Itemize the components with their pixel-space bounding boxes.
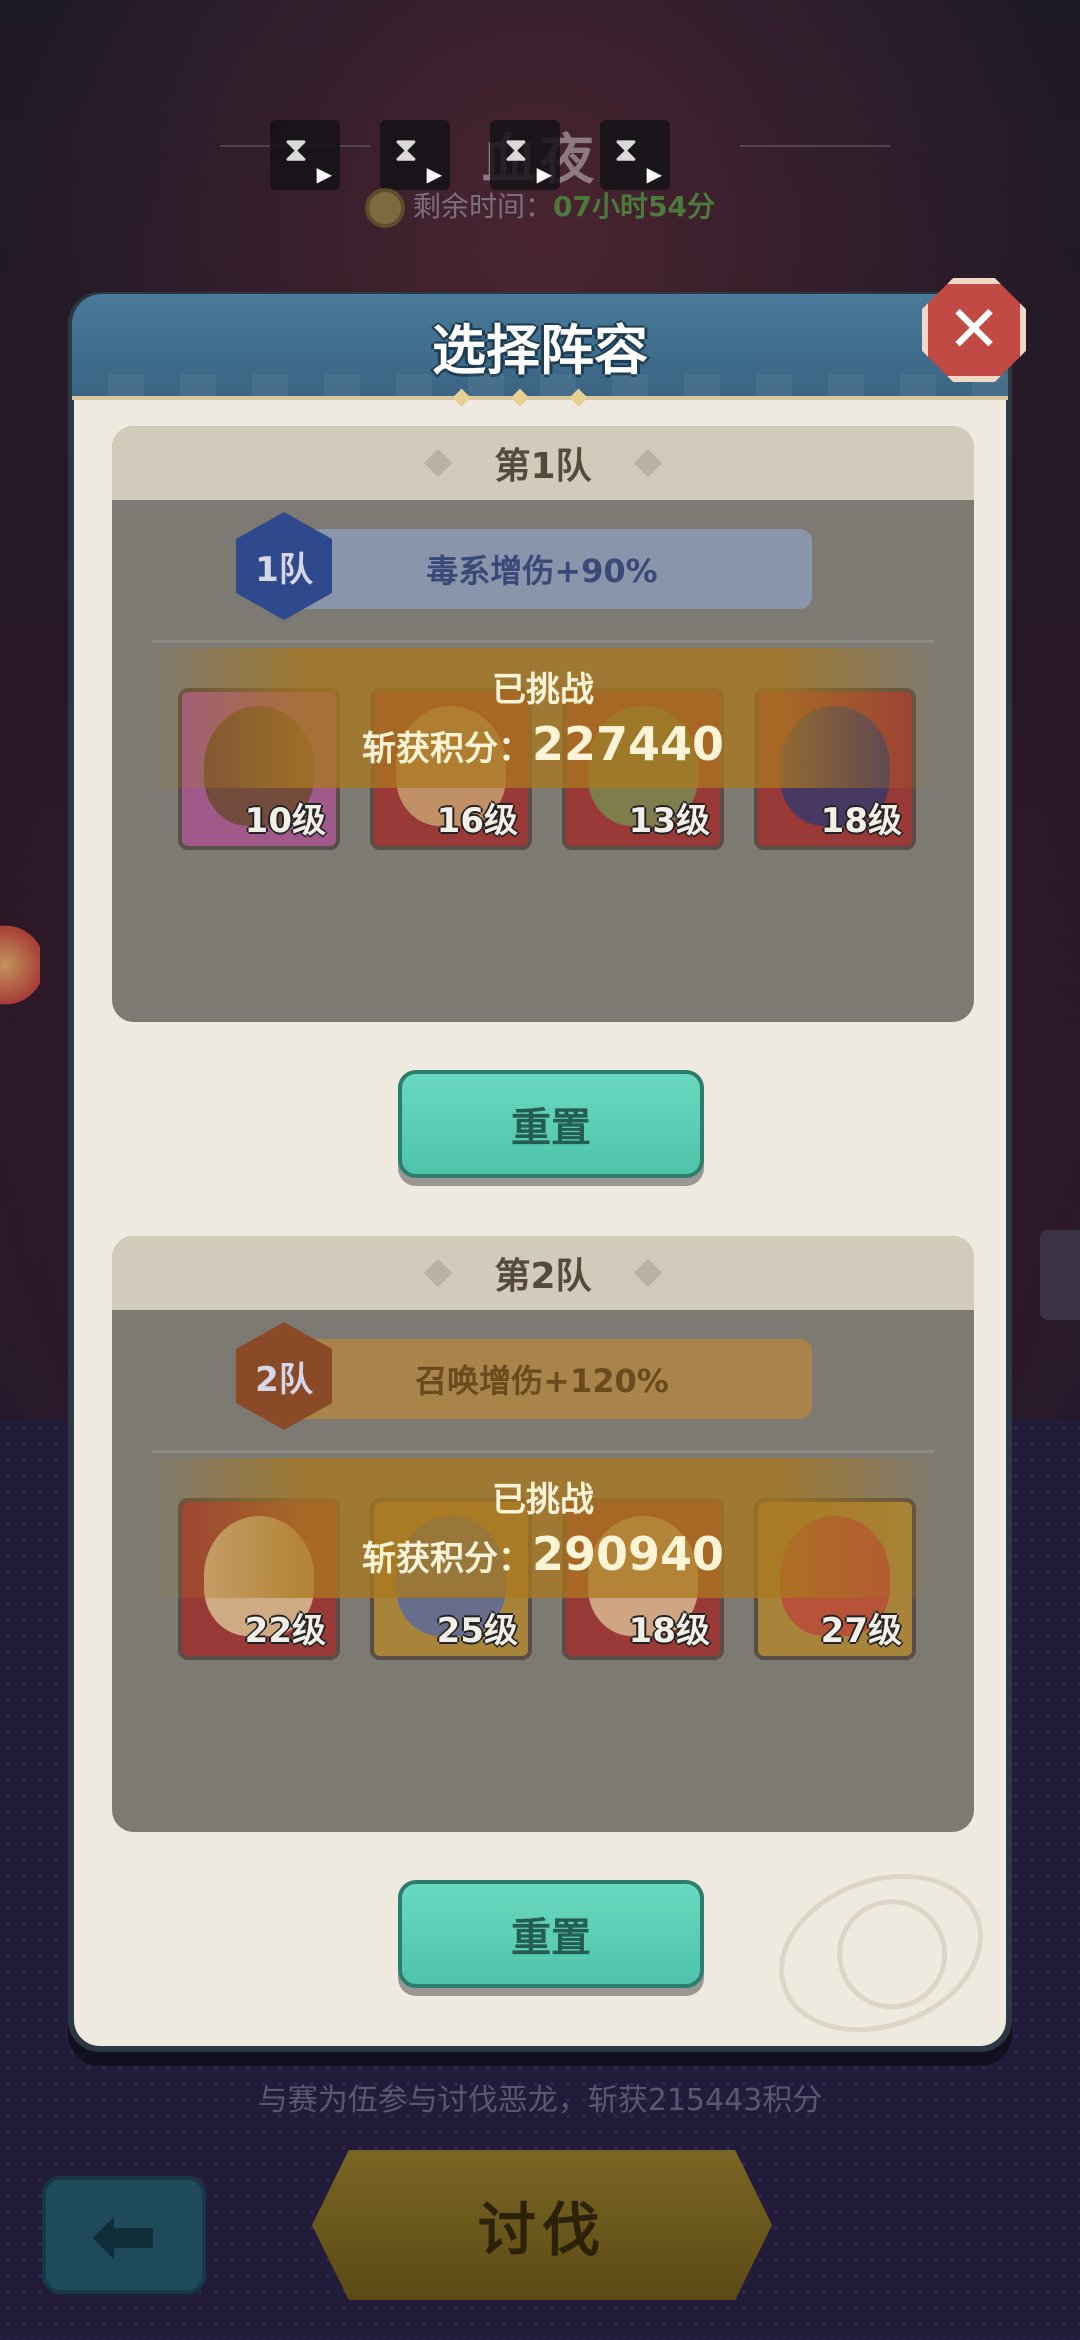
- clock-icon: [365, 188, 406, 228]
- hero-level: 22级: [244, 1611, 326, 1651]
- hourglass-icon: ⧗: [614, 130, 638, 170]
- challenge-status: 已挑战: [492, 1480, 594, 1520]
- play-icon: ▶: [536, 162, 552, 186]
- close-icon: ✕: [947, 293, 1001, 367]
- challenged-banner: 已挑战 斩获积分：290940: [142, 1458, 944, 1598]
- video-button-3[interactable]: ⧗ ▶: [490, 120, 560, 190]
- team-bonus-bar: 召唤增伤+120%: [272, 1339, 812, 1419]
- score-label: 斩获积分：: [361, 729, 532, 769]
- video-button-4[interactable]: ⧗ ▶: [600, 120, 670, 190]
- bottom-note: 与赛为伍参与讨伐恶龙，斩获215443积分: [257, 2083, 823, 2118]
- hero-level: 18级: [628, 1611, 710, 1651]
- reset-label: 重置: [511, 1915, 591, 1961]
- divider: [152, 1450, 934, 1453]
- hero-level: 27级: [820, 1611, 902, 1651]
- team-title: 第1队: [494, 446, 592, 487]
- team-card-header: 第1队: [112, 426, 974, 500]
- arrow-left-icon: ⬅: [90, 2188, 158, 2282]
- score-value: 227440: [531, 717, 725, 771]
- play-icon: ▶: [646, 162, 662, 186]
- side-character-portrait: [0, 910, 40, 1020]
- hero-level: 25级: [436, 1611, 518, 1651]
- select-lineup-dialog: 选择阵容 ◆◆◆ ✕ 第1队 毒系增伤+90% 1队 已挑战 斩获积分：2274…: [68, 278, 1026, 2060]
- challenged-banner: 已挑战 斩获积分：227440: [142, 648, 944, 788]
- score-row: 斩获积分：227440: [142, 717, 944, 771]
- hero-level: 13级: [628, 801, 710, 841]
- challenge-status: 已挑战: [492, 670, 594, 710]
- timer-value: 07小时54分: [553, 190, 715, 223]
- play-icon: ▶: [426, 162, 442, 186]
- hourglass-icon: ⧗: [284, 130, 308, 170]
- team-card-2: 第2队 召唤增伤+120% 2队 已挑战 斩获积分：290940 22级 25级…: [112, 1236, 974, 1832]
- planet-icon: [756, 1846, 1006, 2060]
- diamond-icon: [424, 448, 453, 478]
- score-value: 290940: [531, 1527, 725, 1581]
- score-row: 斩获积分：290940: [142, 1527, 944, 1581]
- team-card-1: 第1队 毒系增伤+90% 1队 已挑战 斩获积分：227440 10级 16级 …: [112, 426, 974, 1022]
- dialog-header: 选择阵容 ◆◆◆: [72, 294, 1008, 410]
- hourglass-icon: ⧗: [504, 130, 528, 170]
- hero-level: 16级: [436, 801, 518, 841]
- team-title: 第2队: [494, 1256, 592, 1297]
- attack-button[interactable]: 讨伐: [312, 2150, 772, 2300]
- score-label: 斩获积分：: [361, 1539, 532, 1579]
- team-card-header: 第2队: [112, 1236, 974, 1310]
- back-button[interactable]: ⬅: [42, 2176, 206, 2294]
- reset-button-team-1[interactable]: 重置: [398, 1070, 704, 1178]
- attack-button-label: 讨伐: [477, 2196, 606, 2264]
- hero-level: 18级: [820, 801, 902, 841]
- divider: [152, 640, 934, 643]
- diamond-icon: [633, 448, 662, 478]
- remaining-time: 剩余时间：07小时54分: [0, 185, 1080, 228]
- reset-label: 重置: [511, 1105, 591, 1151]
- dialog-title: 选择阵容: [432, 319, 648, 382]
- reset-button-team-2[interactable]: 重置: [398, 1880, 704, 1988]
- timer-label: 剩余时间：: [413, 190, 554, 223]
- play-icon: ▶: [316, 162, 332, 186]
- hero-level: 10级: [244, 801, 326, 841]
- video-button-2[interactable]: ⧗ ▶: [380, 120, 450, 190]
- diamond-icon: [424, 1258, 453, 1288]
- header-ornament: ◆◆◆: [452, 382, 628, 410]
- video-button-1[interactable]: ⧗ ▶: [270, 120, 340, 190]
- diamond-icon: [633, 1258, 662, 1288]
- video-button-row: ⧗ ▶ ⧗ ▶ ⧗ ▶ ⧗ ▶: [270, 120, 690, 190]
- hourglass-icon: ⧗: [394, 130, 418, 170]
- team-bonus-bar: 毒系增伤+90%: [272, 529, 812, 609]
- side-panel-edge: [1040, 1230, 1080, 1320]
